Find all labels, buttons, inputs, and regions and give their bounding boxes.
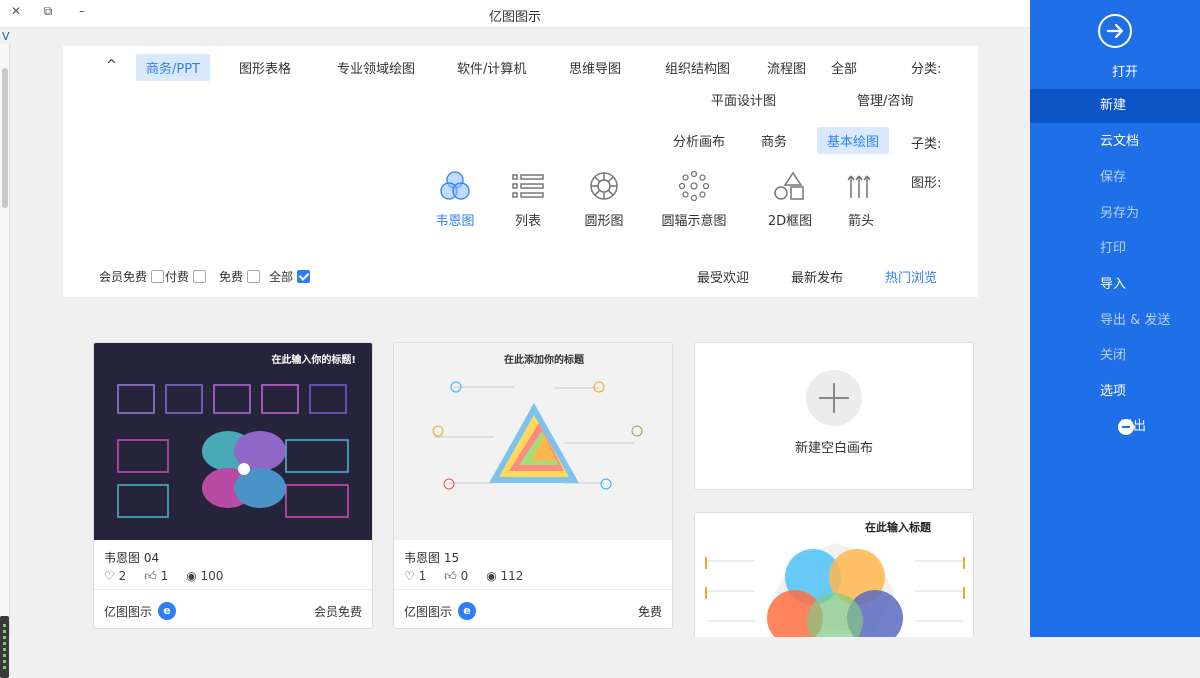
exit-icon: [1118, 419, 1134, 435]
filter-panel: 分类: 全部 流程图 组织结构图 思维导图 软件/计算机 专业领域绘图 图形表格…: [63, 46, 978, 272]
brand: 亿图图示 e: [104, 602, 177, 620]
shape-venn[interactable]: 韦恩图: [420, 168, 490, 229]
template-thumbnail: 在此输入标题: [695, 513, 973, 637]
category-mindmap[interactable]: 思维导图: [559, 54, 631, 81]
category-management[interactable]: 管理/咨询: [847, 86, 923, 113]
subcategory-business[interactable]: 商务: [751, 127, 797, 154]
arrow-right-circle-icon: [1098, 14, 1132, 48]
sidebar-item-save-as[interactable]: 另存为: [1030, 197, 1200, 231]
shape-arrow[interactable]: 箭头: [826, 168, 896, 229]
template-card[interactable]: 在此输入标题: [694, 512, 974, 637]
filter-member-free-checkbox[interactable]: 会员免费: [99, 268, 165, 285]
template-card[interactable]: 在此输入你的标题! 韦恩图 04 ♡ 2 👍︎ 1 ◉ 100 会员免费 亿图图…: [93, 342, 373, 629]
2d-block-icon: [755, 168, 825, 204]
category-professional[interactable]: 专业领域绘图: [327, 54, 425, 81]
price-label: 会员免费: [313, 605, 362, 619]
sort-hot[interactable]: 热门浏览: [885, 267, 937, 286]
sidebar-item-print[interactable]: 打印: [1030, 232, 1200, 266]
template-gallery: 分类: 全部 流程图 组织结构图 思维导图 软件/计算机 专业领域绘图 图形表格…: [10, 28, 1030, 637]
shape-radial[interactable]: 圆辐示意图: [659, 168, 729, 229]
subcategory-canvas[interactable]: 分析画布: [663, 127, 735, 154]
card-footer: 会员免费 亿图图示 e: [94, 589, 372, 628]
sidebar-item-close[interactable]: 关闭: [1030, 339, 1200, 373]
list-icon: [493, 168, 563, 204]
window-title: 亿图图示: [488, 10, 541, 25]
thumbnail-title: 在此添加你的标题: [504, 353, 585, 366]
brand-logo-icon: e: [158, 602, 177, 620]
category-graphic-design[interactable]: 平面设计图: [701, 86, 786, 113]
category-label: 分类:: [911, 62, 942, 77]
radial-diagram-icon: [659, 168, 729, 204]
brand-logo-icon: e: [458, 602, 477, 620]
sidebar-item-import[interactable]: 导入: [1030, 268, 1200, 302]
subcategory-label: 子类:: [911, 137, 942, 152]
sidebar-item-save[interactable]: 保存: [1030, 161, 1200, 195]
category-software[interactable]: 软件/计算机: [447, 54, 536, 81]
scroll-thumb[interactable]: [2, 68, 8, 208]
new-blank-canvas-card[interactable]: 新建空白画布: [694, 342, 974, 490]
template-thumbnail: 在此添加你的标题: [394, 343, 672, 540]
filter-paid-checkbox[interactable]: 付费: [165, 268, 207, 285]
template-name: 韦恩图 04: [104, 551, 160, 565]
category-flowchart[interactable]: 流程图: [757, 54, 816, 81]
shape-list[interactable]: 列表: [493, 168, 563, 229]
title-bar: ✕ ⧉ – 亿图图示: [0, 0, 1030, 28]
subcategory-basic[interactable]: 基本绘图: [817, 127, 890, 154]
shape-2d-block[interactable]: 2D框图: [755, 168, 825, 229]
filter-free-checkbox[interactable]: 免费: [219, 268, 261, 285]
thumbnail-title: 在此输入标题: [865, 520, 932, 534]
favorites-icon[interactable]: ♡ 1: [404, 569, 426, 584]
likes-icon[interactable]: 👍︎ 1: [144, 569, 168, 584]
open-button[interactable]: [1030, 14, 1200, 50]
template-card[interactable]: 在此添加你的标题 韦恩图 15 ♡ 1 👍︎ 0 ◉ 112 免费 亿图图示 e: [393, 342, 673, 629]
template-thumbnail: 在此输入你的标题!: [94, 343, 372, 540]
left-scrollbar[interactable]: [0, 44, 10, 678]
category-org-chart[interactable]: 组织结构图: [655, 54, 740, 81]
circle-diagram-icon: [569, 168, 639, 204]
shape-label: 图形:: [911, 176, 942, 191]
sidebar-item-export-send[interactable]: 导出 & 发送: [1030, 304, 1200, 338]
sort-newest[interactable]: 最新发布: [791, 267, 843, 286]
brand: 亿图图示 e: [404, 602, 477, 620]
sidebar-item-options[interactable]: 选项: [1030, 375, 1200, 409]
likes-icon[interactable]: 👍︎ 0: [444, 569, 468, 584]
filter-all-checkbox[interactable]: 全部: [269, 268, 311, 285]
sort-popular[interactable]: 最受欢迎: [697, 267, 749, 286]
file-menu-sidebar: 打开 新建 云文档 保存 另存为 打印 导入 导出 & 发送 关闭 选项 退出: [1030, 0, 1200, 637]
sidebar-item-exit[interactable]: 退出: [1030, 410, 1200, 444]
views-icon: ◉ 100: [186, 569, 224, 583]
template-stats: ♡ 2 👍︎ 1 ◉ 100: [104, 569, 223, 584]
thumbnail-title: 在此输入你的标题!: [271, 353, 356, 366]
category-table[interactable]: 图形表格: [229, 54, 301, 81]
sidebar-item-open[interactable]: 打开: [1030, 56, 1200, 90]
favorites-icon[interactable]: ♡ 2: [104, 569, 126, 584]
category-business-ppt[interactable]: 商务/PPT: [136, 54, 210, 81]
checkbox[interactable]: [247, 270, 261, 283]
checkbox[interactable]: [193, 270, 207, 283]
template-name: 韦恩图 15: [404, 551, 460, 565]
checkbox[interactable]: [151, 270, 165, 283]
price-label: 免费: [637, 605, 662, 619]
arrow-shape-icon: [826, 168, 896, 204]
template-stats: ♡ 1 👍︎ 0 ◉ 112: [404, 569, 523, 584]
category-all[interactable]: 全部: [821, 54, 867, 81]
shape-circle[interactable]: 圆形图: [569, 168, 639, 229]
checkbox-checked[interactable]: [297, 270, 311, 283]
level-meter-icon: [0, 616, 9, 678]
venn-icon: [420, 168, 490, 204]
plus-icon: [806, 370, 862, 426]
sort-bar: 热门浏览 最新发布 最受欢迎 全部 免费 付费 会员免费: [63, 254, 978, 297]
chevron-up-icon[interactable]: ^: [96, 54, 127, 77]
sidebar-item-new[interactable]: 新建: [1030, 89, 1200, 123]
sidebar-item-cloud-docs[interactable]: 云文档: [1030, 125, 1200, 159]
card-footer: 免费 亿图图示 e: [394, 589, 672, 628]
views-icon: ◉ 112: [486, 569, 524, 583]
new-canvas-label: 新建空白画布: [794, 441, 873, 456]
